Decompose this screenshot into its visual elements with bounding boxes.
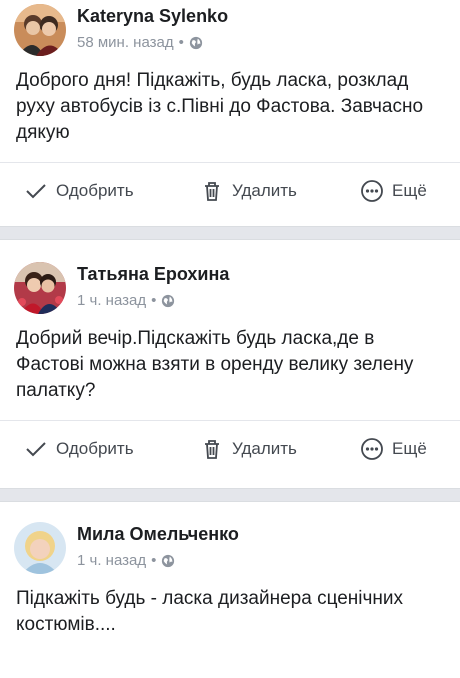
author-name[interactable]: Татьяна Ерохина xyxy=(77,264,229,285)
more-dots-icon xyxy=(361,438,383,460)
author-name[interactable]: Kateryna Sylenko xyxy=(77,6,228,27)
post-actions: Одобрить Удалить Ещё xyxy=(0,420,460,477)
post-card: Kateryna Sylenko 58 мин. назад • Доброго… xyxy=(0,0,460,226)
post-card: Татьяна Ерохина 1 ч. назад • Добрий вечі… xyxy=(0,240,460,488)
post-separator xyxy=(0,226,460,240)
check-icon xyxy=(26,184,46,199)
post-text: Підкажіть будь - ласка дизайнера сценічн… xyxy=(16,588,404,635)
post-time[interactable]: 58 мин. назад xyxy=(77,34,174,51)
avatar[interactable] xyxy=(14,522,66,574)
trash-icon xyxy=(205,440,219,459)
avatar-image xyxy=(14,4,66,56)
globe-icon xyxy=(162,294,175,307)
post-header: Татьяна Ерохина 1 ч. назад • xyxy=(0,258,460,320)
more-button[interactable]: Ещё xyxy=(360,421,427,477)
globe-icon xyxy=(162,554,175,567)
post-separator xyxy=(0,488,460,502)
post-text: Доброго дня! Підкажіть, будь ласка, розк… xyxy=(16,70,424,143)
avatar-image xyxy=(14,262,66,314)
approve-label: Одобрить xyxy=(56,181,134,200)
avatar-image xyxy=(14,522,66,574)
meta-separator: • xyxy=(178,34,184,51)
delete-button[interactable]: Удалить xyxy=(200,163,297,219)
post-meta: 58 мин. назад • xyxy=(77,34,203,51)
post-time[interactable]: 1 ч. назад xyxy=(77,552,146,569)
post-actions: Одобрить Удалить Ещё xyxy=(0,162,460,219)
globe-icon xyxy=(189,36,202,49)
meta-separator: • xyxy=(151,292,157,309)
post-meta: 1 ч. назад • xyxy=(77,552,175,569)
approve-label: Одобрить xyxy=(56,439,134,458)
post-time[interactable]: 1 ч. назад xyxy=(77,292,146,309)
more-label: Ещё xyxy=(392,439,427,458)
post-header: Мила Омельченко 1 ч. назад • xyxy=(0,518,460,580)
trash-icon xyxy=(205,182,219,201)
delete-button[interactable]: Удалить xyxy=(200,421,297,477)
more-button[interactable]: Ещё xyxy=(360,163,427,219)
more-dots-icon xyxy=(361,180,383,202)
delete-label: Удалить xyxy=(232,439,297,458)
post-text: Добрий вечір.Підскажіть будь ласка,де в … xyxy=(16,328,414,401)
author-name[interactable]: Мила Омельченко xyxy=(77,524,239,545)
check-icon xyxy=(26,442,46,457)
approve-button[interactable]: Одобрить xyxy=(24,163,134,219)
avatar[interactable] xyxy=(14,4,66,56)
meta-separator: • xyxy=(151,552,157,569)
approve-button[interactable]: Одобрить xyxy=(24,421,134,477)
post-card: Мила Омельченко 1 ч. назад • Підкажіть б… xyxy=(0,502,460,678)
more-label: Ещё xyxy=(392,181,427,200)
post-header: Kateryna Sylenko 58 мин. назад • xyxy=(0,0,460,62)
avatar[interactable] xyxy=(14,262,66,314)
delete-label: Удалить xyxy=(232,181,297,200)
post-meta: 1 ч. назад • xyxy=(77,292,175,309)
